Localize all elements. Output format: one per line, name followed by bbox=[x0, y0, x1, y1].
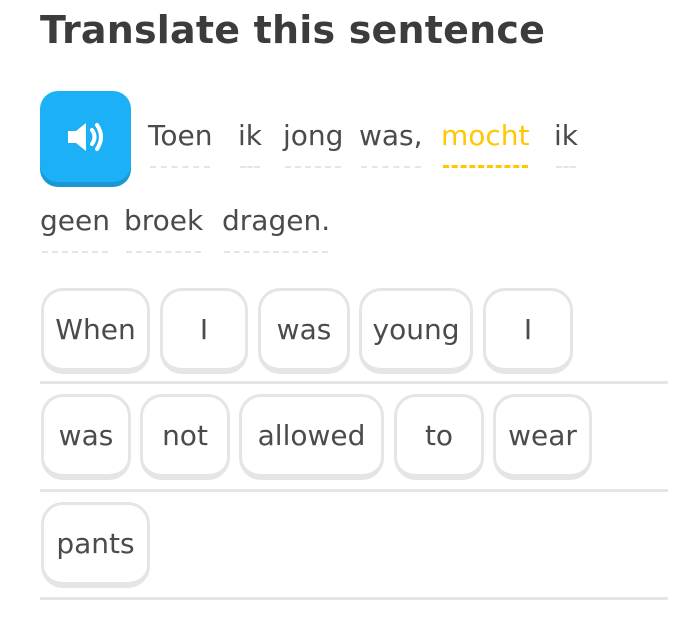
prompt-word[interactable]: jong bbox=[283, 118, 344, 168]
prompt-word-text: was, bbox=[359, 119, 423, 152]
prompt-word-text: ik bbox=[238, 119, 262, 152]
prompt-word[interactable]: Toen bbox=[148, 118, 213, 168]
prompt-word-text: ik bbox=[554, 119, 578, 152]
exercise-screen: Translate this sentence Toen ik jong was… bbox=[0, 0, 700, 640]
prompt-word-text: Toen bbox=[148, 119, 213, 152]
prompt-word[interactable]: ik bbox=[238, 118, 262, 168]
word-tile[interactable]: I bbox=[160, 288, 248, 374]
prompt-word[interactable]: dragen. bbox=[222, 203, 331, 253]
word-tile[interactable]: to bbox=[394, 394, 484, 480]
prompt-word[interactable]: ik bbox=[554, 118, 578, 168]
page-title: Translate this sentence bbox=[40, 8, 546, 52]
word-tile[interactable]: I bbox=[483, 288, 573, 374]
speaker-icon bbox=[67, 122, 103, 151]
answer-line bbox=[40, 597, 668, 600]
word-tile[interactable]: When bbox=[41, 288, 150, 374]
word-tile[interactable]: allowed bbox=[239, 394, 384, 480]
prompt-word-text: dragen. bbox=[222, 204, 331, 237]
prompt-word[interactable]: broek bbox=[124, 203, 204, 253]
word-tile[interactable]: not bbox=[140, 394, 230, 480]
prompt-word-text: geen bbox=[40, 204, 110, 237]
word-tile[interactable]: was bbox=[41, 394, 131, 480]
prompt-word-highlighted[interactable]: mocht bbox=[441, 118, 530, 168]
word-tile[interactable]: young bbox=[359, 288, 473, 374]
prompt-word-text: broek bbox=[124, 204, 204, 237]
play-audio-button[interactable] bbox=[40, 91, 131, 182]
prompt-word[interactable]: was, bbox=[359, 118, 423, 168]
word-tile[interactable]: was bbox=[258, 288, 350, 374]
prompt-word[interactable]: geen bbox=[40, 203, 110, 253]
word-tile[interactable]: pants bbox=[41, 502, 150, 588]
prompt-word-text: jong bbox=[283, 119, 344, 152]
answer-line bbox=[40, 381, 668, 384]
prompt-word-text: mocht bbox=[441, 119, 530, 152]
answer-line bbox=[40, 489, 668, 492]
word-tile[interactable]: wear bbox=[493, 394, 592, 480]
